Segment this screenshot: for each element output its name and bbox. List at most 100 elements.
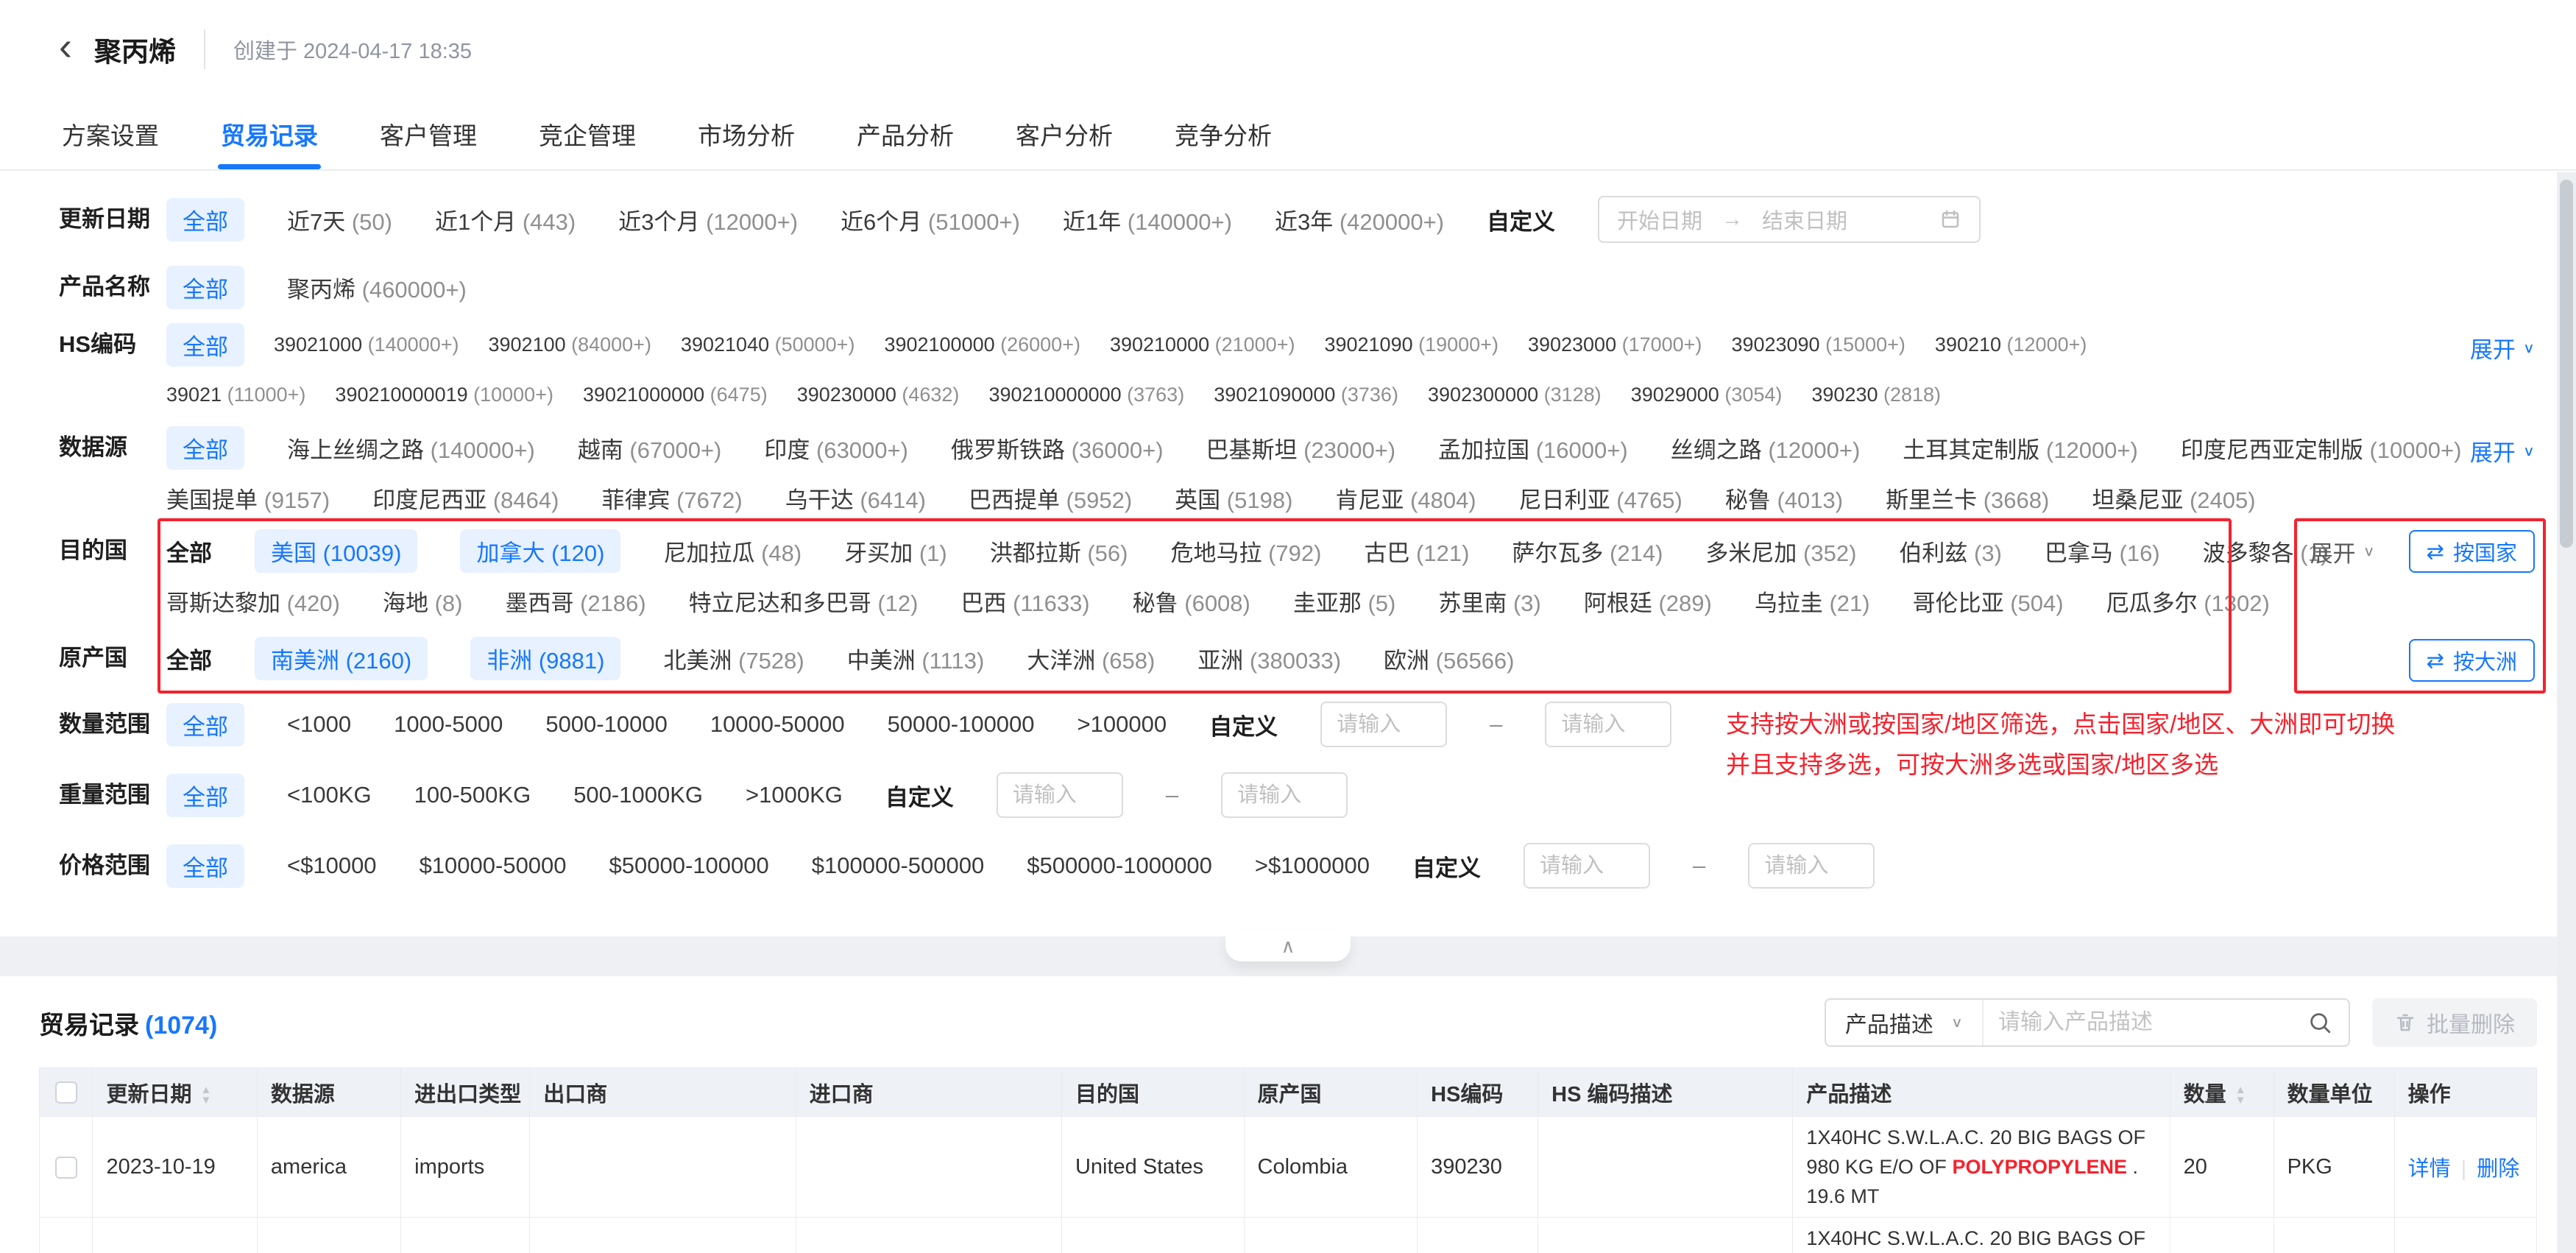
filter-option[interactable]: 尼日利亚 (4765) (1519, 481, 1682, 515)
range-input-max[interactable] (1748, 843, 1875, 889)
filter-option[interactable]: 苏里南 (3) (1438, 585, 1541, 618)
col-header-qty[interactable]: 数量▲▼ (2170, 1068, 2274, 1117)
filter-option[interactable]: 秘鲁 (4013) (1725, 481, 1843, 515)
filter-option[interactable]: $10000-50000 (420, 853, 567, 879)
filter-option[interactable]: >100000 (1078, 711, 1167, 738)
filter-option[interactable]: 坦桑尼亚 (2405) (2092, 481, 2255, 515)
filter-option[interactable]: 5000-10000 (545, 711, 668, 738)
filter-option[interactable]: 海地 (8) (383, 585, 463, 618)
filter-option[interactable]: 北美洲 (7528) (663, 642, 804, 675)
filter-option[interactable]: 1000-5000 (394, 711, 503, 738)
filter-option[interactable]: >$1000000 (1255, 853, 1370, 879)
filter-option[interactable]: 全部 (166, 642, 212, 675)
filter-option[interactable]: 39023090 (15000+) (1731, 333, 1905, 356)
batch-delete-button[interactable]: 批量删除 (2372, 998, 2537, 1047)
filter-option[interactable]: 390210000 (21000+) (1110, 333, 1295, 356)
sort-icons[interactable]: ▲▼ (2235, 1085, 2246, 1106)
filter-option[interactable]: 土耳其定制版 (12000+) (1903, 431, 2138, 465)
filter-option[interactable]: 全部 (166, 534, 212, 568)
filter-option[interactable]: 乌干达 (6414) (785, 481, 926, 515)
filter-option[interactable]: 全部 (166, 266, 244, 309)
filter-option[interactable]: 美国提单 (9157) (166, 481, 330, 515)
filter-option[interactable]: 哥斯达黎加 (420) (166, 585, 340, 618)
filter-option[interactable]: 全部 (166, 198, 244, 241)
filter-option[interactable]: 聚丙烯 (460000+) (287, 271, 467, 304)
filter-option[interactable]: >1000KG (746, 782, 843, 808)
date-range-picker[interactable]: 开始日期→结束日期 (1598, 196, 1981, 243)
filter-option[interactable]: 390210 (12000+) (1935, 333, 2087, 356)
tab-客户管理[interactable]: 客户管理 (377, 99, 480, 169)
filter-option[interactable]: 欧洲 (56566) (1384, 642, 1514, 675)
tab-市场分析[interactable]: 市场分析 (695, 99, 798, 169)
filter-option[interactable]: 自定义 (1209, 708, 1278, 741)
filter-option[interactable]: 全部 (166, 844, 244, 888)
filter-option[interactable]: 39021 (11000+) (166, 384, 305, 406)
search-field-select[interactable]: 产品描述 ∨ (1826, 1000, 1984, 1045)
filter-option[interactable]: 中美洲 (1113) (847, 642, 985, 675)
delete-link[interactable]: 删除 (2477, 1157, 2519, 1181)
tab-方案设置[interactable]: 方案设置 (59, 99, 162, 169)
filter-option[interactable]: 海上丝绸之路 (140000+) (287, 431, 535, 465)
filter-option[interactable]: 非洲 (9881) (470, 637, 620, 680)
filter-option[interactable]: 大洋洲 (658) (1027, 642, 1155, 675)
filter-option[interactable]: 自定义 (885, 779, 954, 812)
tab-竞企管理[interactable]: 竞企管理 (536, 99, 639, 169)
scrollbar[interactable] (2557, 172, 2576, 1253)
filter-option[interactable]: 500-1000KG (573, 782, 703, 808)
range-input-min[interactable] (997, 772, 1123, 818)
filter-option[interactable]: 巴西提单 (5952) (969, 481, 1132, 515)
tab-客户分析[interactable]: 客户分析 (1013, 99, 1116, 169)
filter-option[interactable]: 390210000019 (10000+) (335, 384, 553, 406)
filter-option[interactable]: 俄罗斯铁路 (36000+) (951, 431, 1164, 465)
filter-option[interactable]: 南美洲 (2160) (255, 637, 428, 680)
collapse-filters-button[interactable]: ∧ (1225, 931, 1351, 961)
back-icon[interactable]: ‹ (59, 27, 72, 66)
filter-option[interactable]: 墨西哥 (2186) (505, 585, 645, 618)
select-all-checkbox[interactable] (55, 1081, 77, 1104)
filter-option[interactable]: 10000-50000 (710, 711, 845, 738)
filter-option[interactable]: 近1年 (140000+) (1063, 203, 1232, 236)
filter-option[interactable]: 39021000000 (6475) (583, 384, 768, 406)
filter-option[interactable]: 39021090000 (3736) (1214, 384, 1398, 406)
filter-option[interactable]: 乌拉圭 (21) (1755, 585, 1870, 618)
filter-option[interactable]: 自定义 (1487, 203, 1555, 236)
filter-option[interactable]: 全部 (166, 426, 244, 470)
filter-option[interactable]: 古巴 (121) (1364, 534, 1469, 568)
filter-option[interactable]: <1000 (287, 711, 351, 738)
filter-option[interactable]: 39021000 (140000+) (274, 333, 459, 356)
filter-option[interactable]: $50000-100000 (609, 853, 769, 879)
tab-贸易记录[interactable]: 贸易记录 (218, 99, 321, 169)
filter-option[interactable]: 英国 (5198) (1175, 481, 1292, 515)
filter-option[interactable]: 近3个月 (12000+) (618, 203, 798, 236)
dest-country-expand-link[interactable]: 展开 ∨ (2310, 535, 2375, 568)
row-checkbox[interactable] (55, 1157, 77, 1179)
tab-产品分析[interactable]: 产品分析 (854, 99, 957, 169)
filter-option[interactable]: 39021090 (19000+) (1324, 333, 1498, 356)
detail-link[interactable]: 详情 (2408, 1157, 2451, 1181)
filter-option[interactable]: 3902300000 (3128) (1428, 384, 1602, 406)
filter-option[interactable]: 秘鲁 (6008) (1133, 585, 1250, 618)
filter-option[interactable]: 近6个月 (51000+) (841, 203, 1020, 236)
filter-option[interactable]: 多米尼加 (352) (1705, 534, 1856, 568)
filter-option[interactable]: $500000-1000000 (1027, 853, 1212, 879)
filter-option[interactable]: 斯里兰卡 (3668) (1886, 481, 2049, 515)
filter-option[interactable]: 全部 (166, 774, 244, 817)
filter-option[interactable]: 全部 (166, 703, 244, 746)
filter-option[interactable]: 菲律宾 (7672) (601, 481, 742, 515)
filter-option[interactable]: 孟加拉国 (16000+) (1438, 431, 1628, 465)
filter-option[interactable]: 390210000000 (3763) (988, 384, 1184, 406)
range-input-min[interactable] (1524, 843, 1650, 889)
data-source-expand-link[interactable]: 展开 ∨ (2470, 434, 2535, 467)
filter-option[interactable]: 100-500KG (414, 782, 531, 808)
search-input[interactable] (1984, 1010, 2307, 1035)
filter-option[interactable]: 近7天 (50) (287, 203, 392, 236)
filter-option[interactable]: 丝绸之路 (12000+) (1671, 431, 1861, 465)
filter-option[interactable]: 印度尼西亚定制版 (10000+) (2181, 431, 2462, 465)
filter-option[interactable]: 危地马拉 (792) (1170, 534, 1321, 568)
filter-option[interactable]: 39023000 (17000+) (1528, 333, 1702, 356)
filter-option[interactable]: 厄瓜多尔 (1302) (2106, 585, 2270, 618)
filter-option[interactable]: 阿根廷 (289) (1584, 585, 1712, 618)
sort-icons[interactable]: ▲▼ (200, 1085, 211, 1106)
filter-option[interactable]: 洪都拉斯 (56) (990, 534, 1128, 568)
filter-option[interactable]: 哥伦比亚 (504) (1913, 585, 2064, 618)
